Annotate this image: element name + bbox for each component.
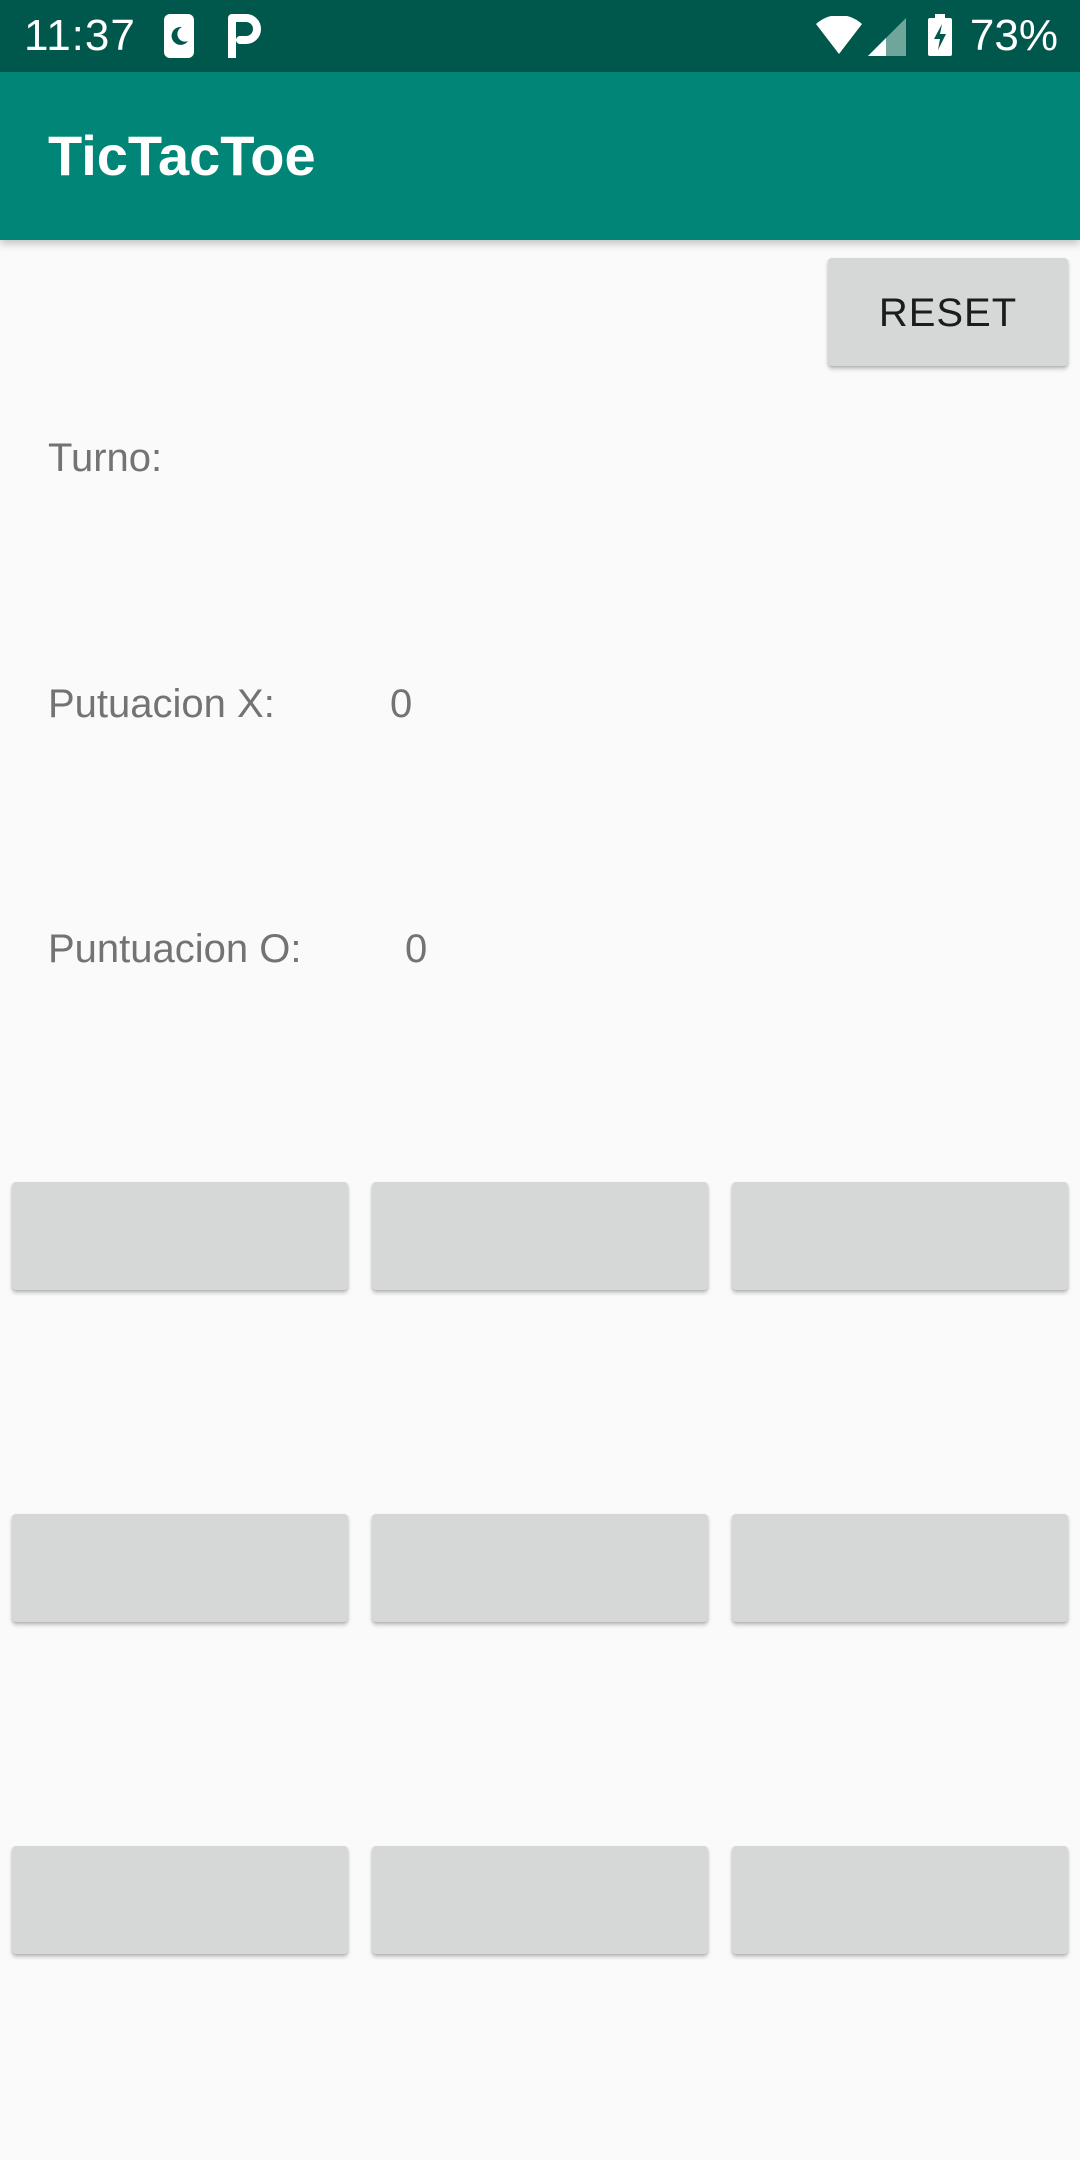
board-cell-4[interactable]	[372, 1514, 708, 1622]
wifi-icon	[816, 16, 862, 54]
cell-signal-icon	[868, 18, 906, 56]
do-not-disturb-night-icon	[164, 14, 194, 58]
parking-p-icon	[228, 14, 261, 58]
reset-button[interactable]: RESET	[828, 258, 1068, 366]
score-o-label: Puntuacion O:	[48, 927, 302, 971]
status-bar: 11:37 73%	[0, 0, 1080, 72]
app-bar: TicTacToe	[0, 72, 1080, 240]
board-cell-8[interactable]	[732, 1846, 1068, 1954]
board-cell-3[interactable]	[12, 1514, 348, 1622]
app-title: TicTacToe	[48, 124, 316, 187]
turn-label: Turno:	[48, 436, 163, 480]
board-cell-2[interactable]	[732, 1182, 1068, 1290]
battery-percent: 73%	[969, 11, 1058, 60]
board-cell-5[interactable]	[732, 1514, 1068, 1622]
board-cell-1[interactable]	[372, 1182, 708, 1290]
board-cell-7[interactable]	[372, 1846, 708, 1954]
score-x-label: Putuacion X:	[48, 682, 275, 726]
score-o-value: 0	[405, 927, 428, 971]
board-cell-6[interactable]	[12, 1846, 348, 1954]
status-time: 11:37	[24, 11, 136, 60]
board-cell-0[interactable]	[12, 1182, 348, 1290]
battery-charging-icon	[928, 14, 952, 56]
score-x-value: 0	[390, 682, 413, 726]
